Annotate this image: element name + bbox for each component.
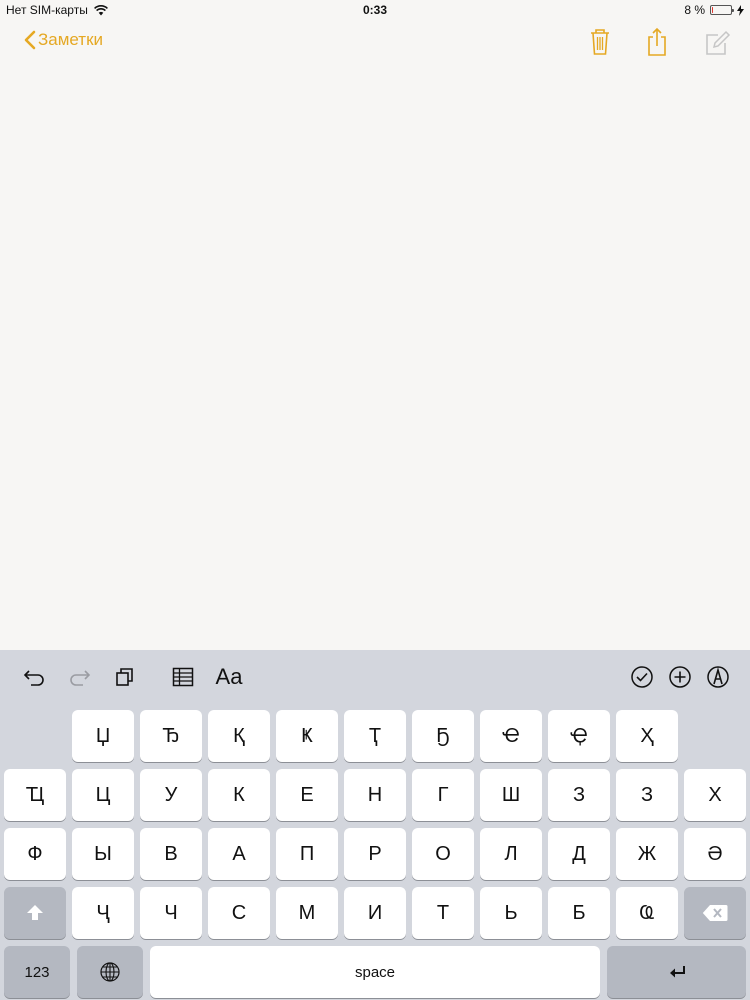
letter-key[interactable]: Џ — [72, 710, 134, 762]
battery-level — [712, 7, 714, 13]
table-icon — [172, 667, 194, 687]
key-row-4: ҶЧСМИТЬБҨ — [0, 887, 750, 939]
format-button[interactable]: Aa — [212, 662, 246, 692]
letter-key[interactable]: Ҭ — [344, 710, 406, 762]
letter-key[interactable]: М — [276, 887, 338, 939]
letter-key[interactable]: Ц — [72, 769, 134, 821]
letter-key[interactable]: Қ — [208, 710, 270, 762]
numbers-key[interactable]: 123 — [4, 946, 70, 998]
paste-icon — [116, 668, 133, 686]
letter-key[interactable]: Ә — [684, 828, 746, 880]
key-row-1: ЏЂҚҜҬҔҼҾҲ — [0, 710, 750, 762]
letter-key[interactable]: С — [208, 887, 270, 939]
space-key[interactable]: space — [150, 946, 600, 998]
key-row-2: ҴЦУКЕНГШЗЗХ — [0, 769, 750, 821]
letter-key[interactable]: Ж — [616, 828, 678, 880]
letter-key[interactable]: Д — [548, 828, 610, 880]
letter-key[interactable]: Ҷ — [72, 887, 134, 939]
globe-key[interactable] — [77, 946, 143, 998]
status-bar: Нет SIM-карты 0:33 8 % — [0, 0, 750, 22]
letter-key[interactable]: Ы — [72, 828, 134, 880]
letter-key[interactable]: Ҩ — [616, 887, 678, 939]
letter-key[interactable]: Х — [684, 769, 746, 821]
battery-percent: 8 % — [684, 3, 705, 17]
share-icon[interactable] — [642, 26, 672, 58]
letter-key[interactable]: В — [140, 828, 202, 880]
trash-icon[interactable] — [585, 26, 615, 58]
letter-key[interactable]: Ђ — [140, 710, 202, 762]
letter-key[interactable]: Ҿ — [548, 710, 610, 762]
keyboard: Aa ЏЂҚҜҬҔҼҾҲ ҴЦУКЕНГШЗЗХ ФЫВАПРОЛДЖӘ Ҷ Ч… — [0, 650, 750, 1000]
delete-key[interactable] — [684, 887, 746, 939]
undo-button[interactable] — [20, 662, 50, 692]
letter-key[interactable]: Б — [548, 887, 610, 939]
battery-icon — [710, 5, 734, 15]
letter-key[interactable]: У — [140, 769, 202, 821]
letter-key[interactable]: Ҵ — [4, 769, 66, 821]
markup-icon — [707, 666, 729, 688]
letter-key[interactable]: Ҳ — [616, 710, 678, 762]
letter-key[interactable]: О — [412, 828, 474, 880]
back-button[interactable]: Заметки — [24, 30, 103, 50]
letter-key[interactable]: Н — [344, 769, 406, 821]
letter-key[interactable]: Ҕ — [412, 710, 474, 762]
shift-icon — [27, 905, 43, 920]
letter-key[interactable]: Ч — [140, 887, 202, 939]
return-key[interactable] — [607, 946, 746, 998]
checklist-button[interactable] — [627, 662, 657, 692]
key-row-5: 123 space — [0, 946, 750, 998]
backspace-icon — [702, 905, 728, 921]
letter-key[interactable]: К — [208, 769, 270, 821]
shift-key[interactable] — [4, 887, 66, 939]
letter-key[interactable]: Ш — [480, 769, 542, 821]
letter-key[interactable]: Ҽ — [480, 710, 542, 762]
letter-key[interactable]: Т — [412, 887, 474, 939]
clock: 0:33 — [362, 3, 388, 17]
paste-button[interactable] — [110, 662, 140, 692]
redo-icon — [70, 670, 91, 686]
letter-key[interactable]: Г — [412, 769, 474, 821]
letter-key[interactable]: Ф — [4, 828, 66, 880]
letter-key[interactable]: Ь — [480, 887, 542, 939]
letter-key[interactable]: Ҝ — [276, 710, 338, 762]
table-button[interactable] — [168, 662, 198, 692]
keyboard-toolbar: Aa — [0, 650, 750, 704]
markup-button[interactable] — [703, 662, 733, 692]
nav-bar: Заметки — [0, 22, 750, 66]
globe-icon — [100, 962, 120, 982]
key-row-3: ФЫВАПРОЛДЖӘ — [0, 828, 750, 880]
add-icon — [669, 666, 691, 688]
return-icon — [669, 966, 685, 978]
add-button[interactable] — [665, 662, 695, 692]
undo-icon — [23, 670, 44, 686]
letter-key[interactable]: Л — [480, 828, 542, 880]
letter-key[interactable]: Р — [344, 828, 406, 880]
charging-bolt-icon — [737, 4, 744, 16]
letter-key[interactable]: П — [276, 828, 338, 880]
redo-button[interactable] — [64, 662, 94, 692]
compose-icon[interactable] — [702, 26, 732, 58]
status-right: 8 % — [684, 3, 744, 17]
back-button-label: Заметки — [38, 30, 104, 49]
letter-key[interactable]: З — [548, 769, 610, 821]
letter-key[interactable]: Е — [276, 769, 338, 821]
letter-key[interactable]: З — [616, 769, 678, 821]
letter-key[interactable]: А — [208, 828, 270, 880]
note-body[interactable] — [0, 66, 750, 650]
chevron-left-icon — [24, 30, 36, 50]
checklist-icon — [631, 666, 653, 688]
letter-key[interactable]: И — [344, 887, 406, 939]
